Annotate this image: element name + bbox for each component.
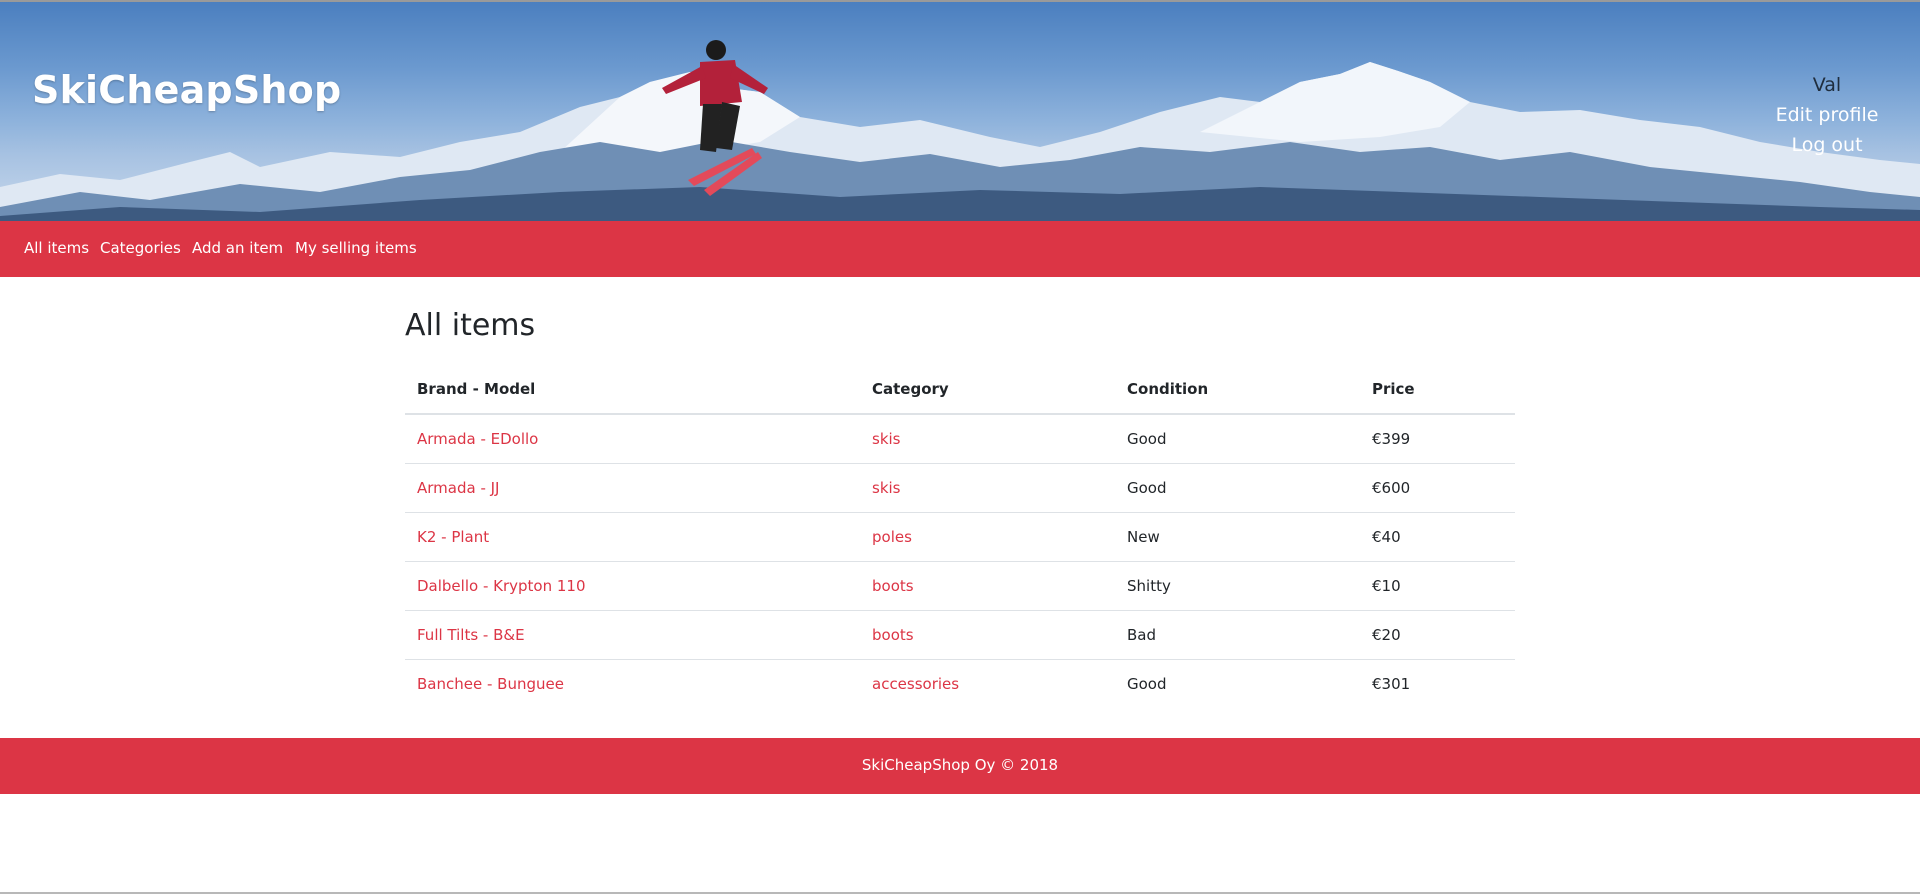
item-price: €10 bbox=[1372, 577, 1401, 595]
item-price: €600 bbox=[1372, 479, 1411, 497]
page-footer: SkiCheapShop Oy © 2018 bbox=[0, 738, 1920, 794]
user-menu: Val Edit profile Log out bbox=[1762, 70, 1892, 160]
header-condition: Condition bbox=[1127, 380, 1209, 398]
header-brand-model: Brand - Model bbox=[417, 380, 536, 398]
item-condition: New bbox=[1127, 528, 1160, 546]
category-link[interactable]: skis bbox=[872, 464, 900, 512]
category-link[interactable]: boots bbox=[872, 562, 914, 610]
item-link[interactable]: Dalbello - Krypton 110 bbox=[417, 562, 586, 610]
item-price: €399 bbox=[1372, 430, 1411, 448]
items-table: Brand - Model Category Condition Price A… bbox=[405, 368, 1515, 708]
item-price: €301 bbox=[1372, 675, 1411, 693]
table-row: Banchee - Bunguee accessories Good €301 bbox=[405, 660, 1515, 708]
item-condition: Bad bbox=[1127, 626, 1157, 644]
table-row: Full Tilts - B&E boots Bad €20 bbox=[405, 611, 1515, 660]
item-link[interactable]: K2 - Plant bbox=[417, 513, 489, 561]
item-price: €20 bbox=[1372, 626, 1401, 644]
table-row: Armada - JJ skis Good €600 bbox=[405, 464, 1515, 513]
footer-copyright: SkiCheapShop Oy © 2018 bbox=[861, 756, 1059, 774]
category-link[interactable]: accessories bbox=[872, 660, 959, 708]
header-category: Category bbox=[872, 380, 949, 398]
header-banner: SkiCheapShop Val Edit profile Log out bbox=[0, 2, 1920, 221]
item-price: €40 bbox=[1372, 528, 1401, 546]
table-row: Armada - EDollo skis Good €399 bbox=[405, 415, 1515, 464]
item-condition: Good bbox=[1127, 430, 1167, 448]
table-row: K2 - Plant poles New €40 bbox=[405, 513, 1515, 562]
site-title[interactable]: SkiCheapShop bbox=[32, 68, 341, 112]
table-row: Dalbello - Krypton 110 boots Shitty €10 bbox=[405, 562, 1515, 611]
item-condition: Good bbox=[1127, 675, 1167, 693]
log-out-link[interactable]: Log out bbox=[1762, 130, 1892, 160]
item-link[interactable]: Armada - EDollo bbox=[417, 415, 538, 463]
item-condition: Shitty bbox=[1127, 577, 1171, 595]
header-price: Price bbox=[1372, 380, 1415, 398]
category-link[interactable]: boots bbox=[872, 611, 914, 659]
item-condition: Good bbox=[1127, 479, 1167, 497]
nav-all-items[interactable]: All items bbox=[24, 239, 89, 257]
category-link[interactable]: poles bbox=[872, 513, 912, 561]
nav-add-item[interactable]: Add an item bbox=[192, 239, 283, 257]
item-link[interactable]: Full Tilts - B&E bbox=[417, 611, 525, 659]
page-title: All items bbox=[405, 308, 536, 343]
table-header: Brand - Model Category Condition Price bbox=[405, 368, 1515, 415]
nav-my-selling-items[interactable]: My selling items bbox=[295, 239, 417, 257]
user-name: Val bbox=[1812, 74, 1842, 96]
category-link[interactable]: skis bbox=[872, 415, 900, 463]
item-link[interactable]: Armada - JJ bbox=[417, 464, 499, 512]
edit-profile-link[interactable]: Edit profile bbox=[1762, 100, 1892, 130]
main-navbar: All items Categories Add an item My sell… bbox=[0, 221, 1920, 277]
item-link[interactable]: Banchee - Bunguee bbox=[417, 660, 564, 708]
nav-categories[interactable]: Categories bbox=[100, 239, 181, 257]
